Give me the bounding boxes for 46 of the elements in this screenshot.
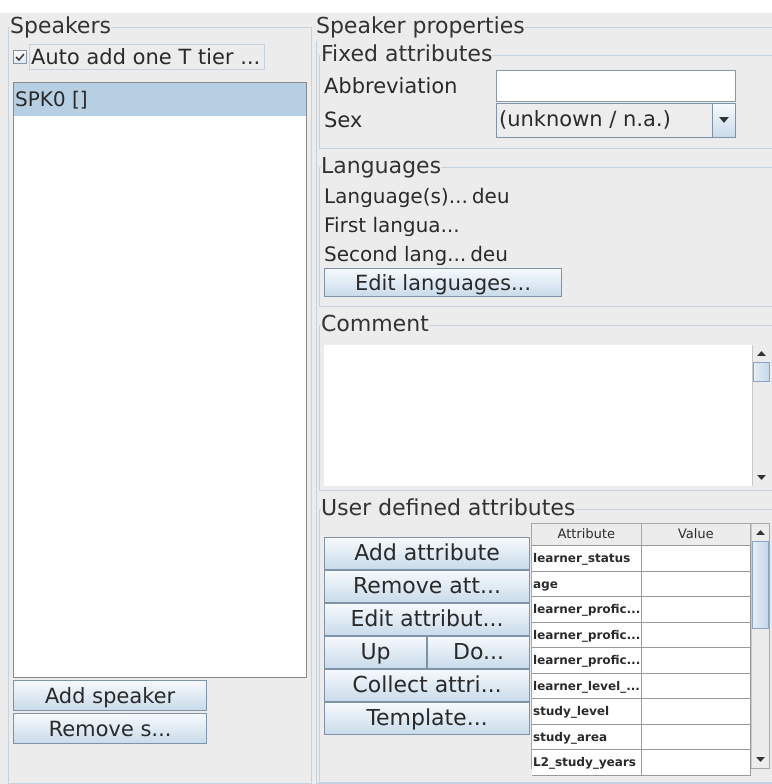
attribute-button[interactable]: Up [324, 636, 427, 669]
scroll-up-icon[interactable] [757, 351, 766, 356]
sex-dropdown[interactable]: (unknown / n.a.) [496, 102, 736, 138]
table-cell: study_area [532, 724, 642, 749]
edit-languages-button[interactable]: Edit languages... [324, 268, 562, 297]
table-cell: learner_profic... [532, 648, 642, 672]
language-label: First langua... [324, 212, 460, 236]
column-header[interactable]: Value [642, 524, 751, 545]
attribute-button[interactable]: Add attribute [324, 537, 530, 570]
comment-field[interactable] [324, 345, 770, 486]
attribute-button[interactable]: Do... [427, 636, 530, 669]
attribute-button[interactable]: Collect attri... [324, 669, 530, 702]
scroll-up-icon[interactable] [756, 530, 765, 535]
language-label: Second lang... [324, 242, 466, 266]
table-cell: learner_profic... [532, 622, 642, 647]
table-cell: L2_study_years [532, 750, 642, 774]
field-label: Sex [324, 108, 364, 132]
attribute-button[interactable]: Remove att... [324, 570, 530, 603]
language-label: Language(s)... [324, 184, 468, 208]
group-title: Comment [321, 311, 429, 339]
scrollbar-thumb[interactable] [752, 541, 769, 629]
group-title: Speakers [10, 13, 111, 41]
table-cell: age [532, 572, 642, 596]
group-title: Speaker properties [316, 13, 525, 41]
attribute-button[interactable]: Template... [324, 702, 530, 735]
table-cell: learner_profic... [532, 597, 642, 622]
scroll-down-icon[interactable] [756, 757, 765, 762]
group-title: Languages [321, 153, 442, 181]
abbreviation-field[interactable] [496, 70, 736, 102]
speaker-button[interactable]: Add speaker [13, 680, 207, 711]
speaker-button[interactable]: Remove s... [13, 713, 207, 744]
table-cell: learner_status [532, 546, 642, 570]
checkbox-icon[interactable] [13, 50, 27, 64]
group-title: User defined attributes [321, 495, 576, 523]
speaker-item[interactable]: SPK0 [] [14, 83, 306, 116]
scrollbar-thumb[interactable] [753, 362, 770, 382]
scroll-down-icon[interactable] [757, 475, 766, 480]
group-title: Fixed attributes [321, 41, 492, 69]
scrollbar[interactable] [751, 524, 769, 768]
field-label: Abbreviation [324, 74, 458, 98]
language-value: deu [472, 184, 510, 208]
table-cell: learner_level_... [532, 674, 642, 698]
dropdown-arrow-icon [719, 117, 729, 123]
attribute-button[interactable]: Edit attribut... [324, 603, 530, 636]
language-value: deu [470, 242, 508, 266]
table-cell: study_level [532, 699, 642, 724]
